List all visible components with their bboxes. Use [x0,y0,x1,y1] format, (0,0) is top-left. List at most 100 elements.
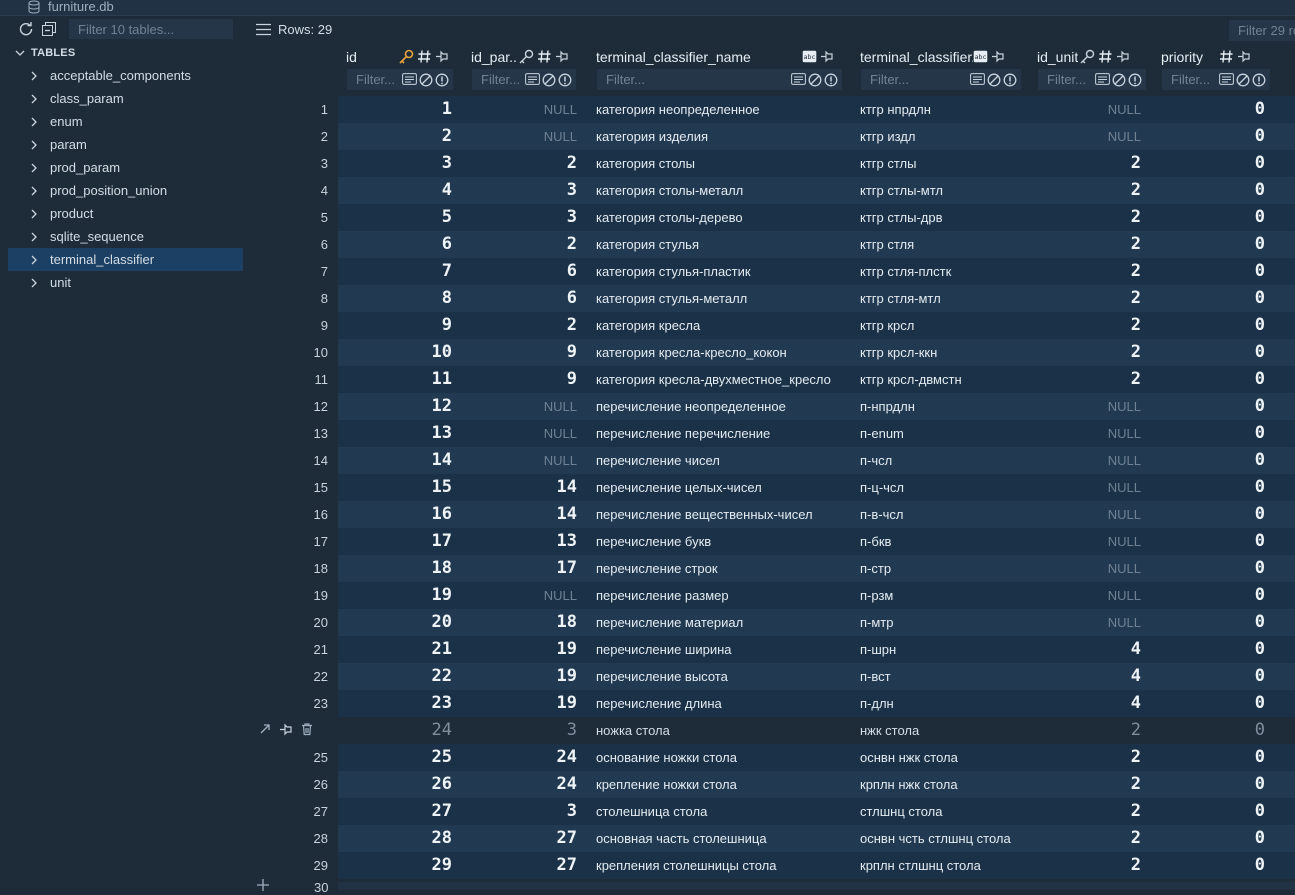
cell-id-parent[interactable]: 9 [463,339,577,366]
cell-id-parent[interactable]: 6 [463,285,577,312]
cell-short[interactable]: крплн стлшнц стола [852,852,1030,879]
sidebar-item-enum[interactable]: enum [8,110,243,133]
pin-column-icon[interactable] [555,49,569,63]
cell-id[interactable]: 10 [338,339,452,366]
pin-column-icon[interactable] [1116,49,1130,63]
pin-column-icon[interactable] [1237,49,1251,63]
table-filter-input[interactable] [69,19,233,39]
table-row[interactable]: 5 5 3 категория столы-дерево ктгр стлы-дрв 2 0 [246,204,1295,231]
cell-name[interactable]: перечисление перечисление [588,420,850,447]
cell-id-unit[interactable]: 2 [1029,177,1141,204]
cell-short[interactable]: п-нпрдлн [852,393,1030,420]
cell-id[interactable]: 13 [338,420,452,447]
cell-short[interactable]: п-бкв [852,528,1030,555]
cell-priority[interactable]: 0 [1153,96,1265,123]
chevron-right-icon[interactable] [28,116,40,128]
sidebar-item-acceptable-components[interactable]: acceptable_components [8,64,243,87]
filter-rows-icon[interactable] [1095,72,1110,87]
table-row[interactable]: 6 6 2 категория стулья ктгр стля 2 0 [246,231,1295,258]
filter-null-icon[interactable] [1236,73,1250,87]
horizontal-scrollbar[interactable] [338,882,1295,890]
cell-priority[interactable]: 0 [1153,852,1265,879]
table-row[interactable]: 22 22 19 перечисление высота п-вст 4 0 [246,663,1295,690]
column-header-terminal-classifier-name[interactable]: terminal_classifier_name abc [588,44,842,94]
cell-name[interactable]: категория изделия [588,123,850,150]
table-row[interactable]: 9 9 2 категория кресла ктгр крсл 2 0 [246,312,1295,339]
pin-column-icon[interactable] [991,49,1005,63]
sidebar-item-class-param[interactable]: class_param [8,87,243,110]
cell-short[interactable]: ктгр издл [852,123,1030,150]
column-header-terminal-classifier[interactable]: terminal_classifier... abc [852,44,1022,94]
cell-id[interactable]: 15 [338,474,452,501]
cell-priority[interactable]: 0 [1153,690,1265,717]
cell-id-unit[interactable]: 2 [1029,258,1141,285]
table-row[interactable]: 10 10 9 категория кресла-кресло_кокон ктгр к… [246,339,1295,366]
cell-id[interactable]: 5 [338,204,452,231]
collapse-all-icon[interactable] [41,21,57,37]
cell-id[interactable]: 6 [338,231,452,258]
cell-id[interactable]: 17 [338,528,452,555]
column-filter-input[interactable] [1162,72,1219,87]
cell-id-unit[interactable]: NULL [1029,420,1141,447]
cell-name[interactable]: перечисление ширина [588,636,850,663]
cell-id-parent[interactable]: 17 [463,555,577,582]
table-row[interactable]: 7 7 6 категория стулья-пластик ктгр стля-плс… [246,258,1295,285]
cell-id-parent[interactable]: 2 [463,231,577,258]
cell-name[interactable]: крепления столешницы стола [588,852,850,879]
filter-null-icon[interactable] [1112,73,1126,87]
cell-short[interactable]: нжк стола [852,717,1030,744]
cell-name[interactable]: перечисление размер [588,582,850,609]
cell-name[interactable]: перечисление высота [588,663,850,690]
cell-priority[interactable]: 0 [1153,123,1265,150]
cell-short[interactable]: стлшнц стола [852,798,1030,825]
cell-priority[interactable]: 0 [1153,582,1265,609]
cell-short[interactable]: п-enum [852,420,1030,447]
table-row[interactable]: 28 28 27 основная часть столешница оснвн чст… [246,825,1295,852]
column-filter-input[interactable] [347,72,402,87]
cell-priority[interactable]: 0 [1153,528,1265,555]
cell-id-parent[interactable]: 13 [463,528,577,555]
cell-short[interactable]: ктгр крсл [852,312,1030,339]
chevron-right-icon[interactable] [28,139,40,151]
table-row[interactable]: 16 16 14 перечисление вещественных-чисел п-в… [246,501,1295,528]
chevron-right-icon[interactable] [28,208,40,220]
table-row[interactable]: 11 11 9 категория кресла-двухместное_кресло… [246,366,1295,393]
cell-id-parent[interactable]: 18 [463,609,577,636]
column-header-id[interactable]: id [338,44,460,94]
cell-id[interactable]: 25 [338,744,452,771]
cell-id[interactable]: 19 [338,582,452,609]
cell-id[interactable]: 21 [338,636,452,663]
chevron-right-icon[interactable] [28,93,40,105]
cell-priority[interactable]: 0 [1153,231,1265,258]
cell-short[interactable]: ктгр стлы-дрв [852,204,1030,231]
cell-id[interactable]: 27 [338,798,452,825]
cell-priority[interactable]: 0 [1153,744,1265,771]
cell-id-unit[interactable]: 2 [1029,744,1141,771]
filter-info-icon[interactable] [824,73,838,87]
table-row[interactable]: 13 13 NULL перечисление перечисление п-enum N… [246,420,1295,447]
cell-name[interactable]: категория стулья-пластик [588,258,850,285]
sidebar-item-sqlite-sequence[interactable]: sqlite_sequence [8,225,243,248]
chevron-right-icon[interactable] [28,277,40,289]
cell-priority[interactable]: 0 [1153,447,1265,474]
table-row[interactable]: 8 8 6 категория стулья-металл ктгр стля-мтл 2… [246,285,1295,312]
cell-priority[interactable]: 0 [1153,366,1265,393]
column-header-priority[interactable]: priority [1153,44,1273,94]
column-header-id-unit[interactable]: id_unit [1029,44,1149,94]
table-row[interactable]: 17 17 13 перечисление букв п-бкв NULL 0 [246,528,1295,555]
cell-name[interactable]: перечисление чисел [588,447,850,474]
cell-short[interactable]: п-рзм [852,582,1030,609]
cell-id-unit[interactable]: 2 [1029,852,1141,879]
cell-id[interactable]: 11 [338,366,452,393]
chevron-right-icon[interactable] [28,254,40,266]
cell-id-unit[interactable]: 2 [1029,312,1141,339]
sidebar-item-param[interactable]: param [8,133,243,156]
cell-id[interactable]: 22 [338,663,452,690]
database-file-name[interactable]: furniture.db [48,0,114,14]
cell-id[interactable]: 2 [338,123,452,150]
cell-id-unit[interactable]: NULL [1029,96,1141,123]
cell-name[interactable]: столешница стола [588,798,850,825]
cell-id-unit[interactable]: NULL [1029,123,1141,150]
cell-id[interactable]: 18 [338,555,452,582]
cell-priority[interactable]: 0 [1153,258,1265,285]
